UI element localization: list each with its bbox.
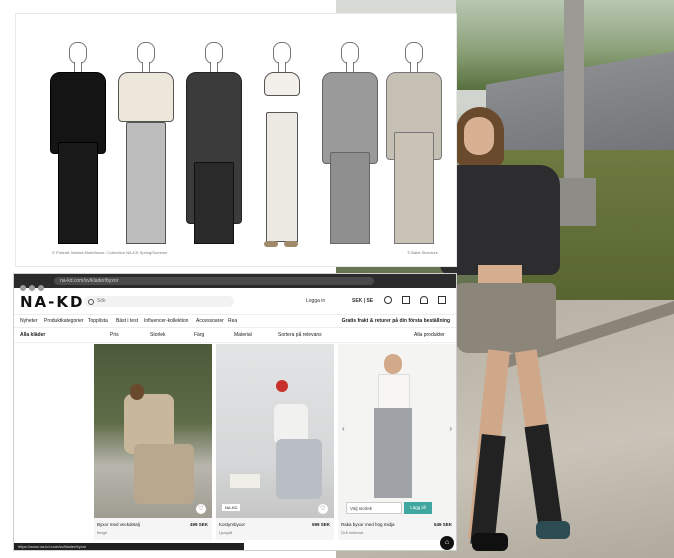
product-price: 549 SEK <box>433 522 452 527</box>
product-grid: ♡ Byxor med veckdetalj 499 SEK Beige NA-… <box>14 342 456 550</box>
promo-banner[interactable]: Gratis frakt & returer på din första bes… <box>342 318 450 324</box>
product-image[interactable] <box>94 344 212 518</box>
user-icon[interactable] <box>384 296 392 304</box>
figure-6-icon <box>382 42 444 247</box>
chat-icon[interactable]: ⌂ <box>440 536 454 550</box>
site-logo[interactable]: NA-KD <box>20 293 84 311</box>
product-price: 499 SEK <box>189 522 208 527</box>
product-color: Grå melerad <box>341 530 364 535</box>
product-name[interactable]: Raka byxor med hög midja <box>341 522 395 527</box>
product-color: Beige <box>97 530 108 535</box>
filter-price[interactable]: Pris <box>110 332 119 338</box>
wishlist-heart-icon[interactable]: ♡ <box>196 504 206 514</box>
product-name[interactable]: Byxor med veckdetalj <box>97 522 140 527</box>
filter-material[interactable]: Material <box>234 332 252 338</box>
photo-model <box>436 95 606 558</box>
figure-5-icon <box>318 42 380 247</box>
product-image[interactable] <box>338 344 456 518</box>
product-name[interactable]: Kostymbyxor <box>219 522 245 527</box>
search-input[interactable]: Sök <box>84 296 234 307</box>
nav-item-topplista[interactable]: Topplista <box>88 318 108 324</box>
figure-2-icon <box>114 42 176 247</box>
url-bar[interactable]: na-kd.com/sv/klader/byxor <box>54 277 374 285</box>
nav-item-bast-i-test[interactable]: Bäst i test <box>116 318 138 324</box>
size-select[interactable]: Välj storlek <box>346 502 402 514</box>
cart-bag-icon[interactable] <box>438 296 446 304</box>
product-card[interactable]: ♡ Byxor med veckdetalj 499 SEK Beige <box>94 344 212 540</box>
filter-all-clothes[interactable]: Alla kläder <box>20 332 45 338</box>
nav-item-nyheter[interactable]: Nyheter <box>20 318 38 324</box>
login-link[interactable]: Logga in <box>306 298 325 304</box>
browser-toolbar: na-kd.com/sv/klader/byxor <box>14 274 456 291</box>
nav-item-produktkategorier[interactable]: Produktkategorier <box>44 318 83 324</box>
figure-4-icon <box>250 42 312 247</box>
nav-item-rea[interactable]: Rea <box>228 318 237 324</box>
menu-icon[interactable] <box>402 296 410 304</box>
wishlist-heart-icon[interactable]: ♡ <box>318 504 328 514</box>
product-card[interactable]: NA-KD ♡ Kostymbyxor 599 SEK Ljusgrå <box>216 344 334 540</box>
product-badge: NA-KD <box>222 504 241 511</box>
fashion-sketch-card: © Portrait: Marina Ekelöfsson / Collecti… <box>16 14 456 266</box>
filter-all-products[interactable]: Alla produkter <box>414 332 445 338</box>
nav-item-influencer[interactable]: Influencer-kollektion <box>144 318 188 324</box>
main-nav: Nyheter Produktkategorier Topplista Bäst… <box>14 315 456 328</box>
sort-dropdown[interactable]: Sortera på relevans <box>278 332 322 338</box>
sketch-caption-right: © Babe Structure <box>407 250 438 255</box>
filter-size[interactable]: Storlek <box>150 332 166 338</box>
nav-item-accessoarer[interactable]: Accessoarer <box>196 318 224 324</box>
sketch-caption-left: © Portrait: Marina Ekelöfsson / Collecti… <box>52 250 168 255</box>
search-icon <box>88 299 94 305</box>
add-to-cart-button[interactable]: Lägg till <box>404 502 432 514</box>
language-selector[interactable]: SEK | SE <box>352 298 373 304</box>
filter-color[interactable]: Färg <box>194 332 204 338</box>
wishlist-heart-icon[interactable] <box>420 296 428 304</box>
product-image[interactable] <box>216 344 334 518</box>
product-price: 599 SEK <box>311 522 330 527</box>
product-color: Ljusgrå <box>219 530 233 535</box>
status-bar: https://www.na-kd.com/sv/klader/byxor <box>14 543 244 550</box>
product-card[interactable]: ‹ › Välj storlek Lägg till Raka byxor me… <box>338 344 456 540</box>
figure-3-icon <box>182 42 244 247</box>
chevron-right-icon[interactable]: › <box>449 424 452 433</box>
filter-bar: Alla kläder Pris Storlek Färg Material S… <box>14 328 456 343</box>
chevron-left-icon[interactable]: ‹ <box>342 424 345 433</box>
site-header: NA-KD Sök Logga in SEK | SE <box>14 288 456 315</box>
figure-1-icon <box>46 42 108 247</box>
browser-window: na-kd.com/sv/klader/byxor NA-KD Sök Logg… <box>14 274 456 550</box>
